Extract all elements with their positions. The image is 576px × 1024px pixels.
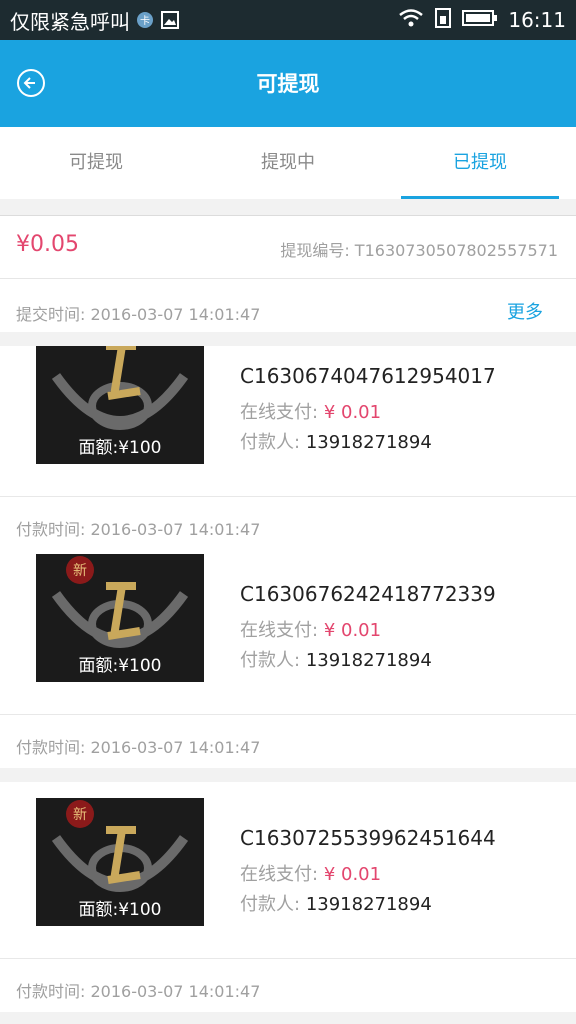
payer-row: 付款人: 13918271894 — [240, 890, 432, 916]
app-header: 可提现 — [0, 40, 576, 127]
coupon-image: 新 面额:¥100 — [36, 798, 204, 926]
face-value: 面额:¥100 — [78, 438, 162, 458]
coupon-image: 面额:¥100 — [36, 346, 204, 464]
tab-label: 可提现 — [69, 152, 123, 173]
sim-badge-icon: 卡 — [136, 11, 154, 29]
payment-row: 在线支付: ¥ 0.01 — [240, 860, 381, 886]
coupon-image: 新 面额:¥100 — [36, 554, 204, 682]
payer-value: 13918271894 — [305, 650, 432, 671]
tab-withdrawable[interactable]: 可提现 — [0, 127, 192, 199]
payer-row: 付款人: 13918271894 — [240, 646, 432, 672]
page-title: 可提现 — [256, 72, 320, 96]
payment-label: 在线支付: — [240, 402, 319, 423]
submit-time: 提交时间: 2016-03-07 14:01:47 — [16, 305, 261, 324]
payer-value: 13918271894 — [305, 432, 432, 453]
face-value: 面额:¥100 — [78, 900, 162, 920]
payer-label: 付款人: — [240, 432, 301, 453]
tab-withdrawing[interactable]: 提现中 — [192, 127, 384, 199]
tab-bar: 可提现 提现中 已提现 — [0, 127, 576, 199]
withdrawal-amount: ¥0.05 — [16, 232, 79, 257]
sim-status-icon — [434, 7, 452, 33]
coupon-code: C1630725539962451644 — [240, 826, 496, 850]
carrier-text: 仅限紧急呼叫 — [10, 9, 130, 34]
payment-label: 在线支付: — [240, 864, 319, 885]
tab-withdrawn[interactable]: 已提现 — [384, 127, 576, 199]
payment-time: 付款时间: 2016-03-07 14:01:47 — [16, 520, 261, 539]
payment-value: ¥ 0.01 — [323, 864, 382, 885]
tab-label: 提现中 — [261, 152, 315, 173]
withdrawal-number: 提现编号: T1630730507802557571 — [280, 241, 558, 260]
clock: 16:11 — [508, 8, 566, 32]
list-item: 新 面额:¥100 C1630725539962451644 在线支付: ¥ 0… — [0, 782, 576, 1012]
divider — [0, 278, 576, 279]
coupon-list[interactable]: 面额:¥100 C1630674047612954017 在线支付: ¥ 0.0… — [0, 346, 576, 1024]
list-item: 面额:¥100 C1630674047612954017 在线支付: ¥ 0.0… — [0, 346, 576, 550]
svg-text:卡: 卡 — [140, 14, 150, 27]
withdrawal-record: ¥0.05 提现编号: T1630730507802557571 提交时间: 2… — [0, 215, 576, 332]
tab-label: 已提现 — [453, 152, 507, 173]
active-tab-indicator — [401, 196, 559, 199]
svg-text:新: 新 — [73, 563, 87, 579]
payment-row: 在线支付: ¥ 0.01 — [240, 398, 381, 424]
payment-time: 付款时间: 2016-03-07 14:01:47 — [16, 738, 261, 757]
divider — [0, 958, 576, 959]
face-value: 面额:¥100 — [78, 656, 162, 676]
payer-row: 付款人: 13918271894 — [240, 428, 432, 454]
divider — [0, 714, 576, 715]
wifi-icon — [398, 8, 424, 32]
payment-row: 在线支付: ¥ 0.01 — [240, 616, 381, 642]
battery-icon — [462, 9, 498, 31]
status-bar: 仅限紧急呼叫 卡 16:11 — [0, 0, 576, 40]
more-button[interactable]: 更多 — [507, 298, 543, 324]
payment-label: 在线支付: — [240, 620, 319, 641]
payer-value: 13918271894 — [305, 894, 432, 915]
payment-time: 付款时间: 2016-03-07 14:01:47 — [16, 982, 261, 1001]
coupon-code: C1630674047612954017 — [240, 364, 496, 388]
gallery-icon — [160, 10, 180, 30]
svg-text:新: 新 — [73, 807, 87, 823]
payment-value: ¥ 0.01 — [323, 402, 382, 423]
list-item: 新 面额:¥100 C1630676242418772339 在线支付: ¥ 0… — [0, 538, 576, 768]
payment-value: ¥ 0.01 — [323, 620, 382, 641]
coupon-code: C1630676242418772339 — [240, 582, 496, 606]
payer-label: 付款人: — [240, 894, 301, 915]
payer-label: 付款人: — [240, 650, 301, 671]
divider — [0, 496, 576, 497]
